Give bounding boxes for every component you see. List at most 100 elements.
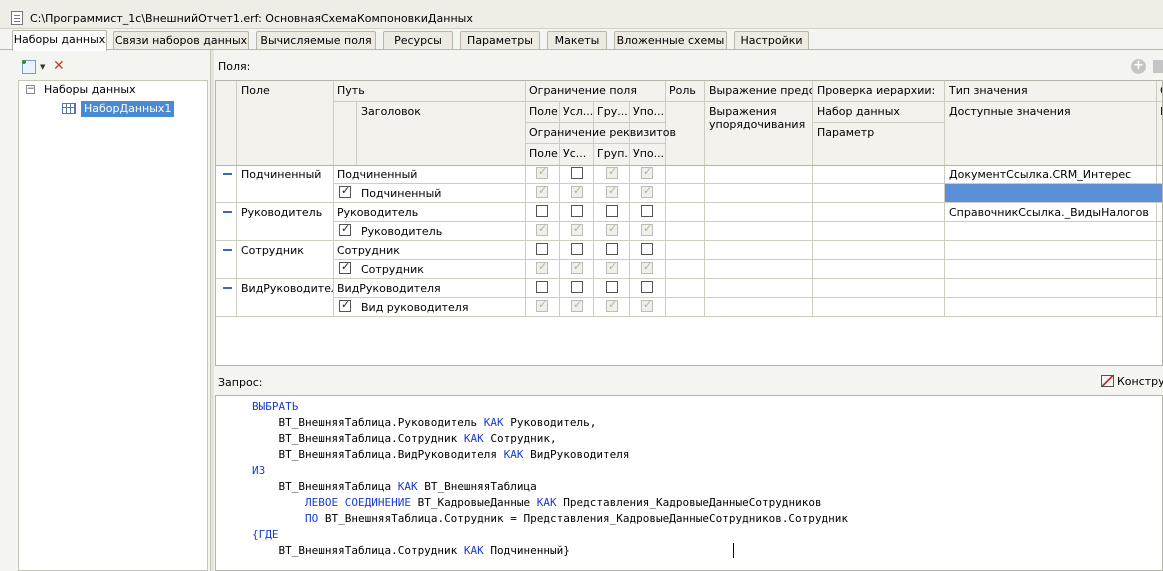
selected-cell[interactable]: [945, 184, 1162, 202]
header-available-values[interactable]: Доступные значения: [949, 105, 1071, 118]
query-line[interactable]: ВЫБРАТЬ: [252, 399, 848, 415]
row-field[interactable]: Подчиненный: [241, 168, 321, 181]
query-line[interactable]: ВТ_ВнешняяТаблица.Сотрудник КАК Подчинен…: [252, 543, 848, 559]
row-field[interactable]: ВидРуководител: [241, 282, 333, 295]
header-attr-restriction[interactable]: Ограничение реквизитов: [529, 126, 676, 139]
tab-dataset-links[interactable]: Связи наборов данных: [113, 31, 249, 49]
header-field-sub-3[interactable]: Гру...: [597, 105, 629, 118]
order-restriction-checkbox[interactable]: [641, 281, 653, 293]
group-restriction-checkbox[interactable]: [606, 243, 618, 255]
field-restriction-checkbox[interactable]: [536, 205, 548, 217]
condition-restriction-checkbox[interactable]: [571, 281, 583, 293]
query-constructor-button[interactable]: Конструктор: [1101, 375, 1163, 388]
attr-order-checkbox[interactable]: [641, 260, 653, 274]
attr-field-checkbox[interactable]: [536, 298, 548, 312]
query-line[interactable]: {ГДЕ: [252, 527, 848, 543]
tree-item-dataset[interactable]: НаборДанных1: [81, 101, 175, 117]
query-line[interactable]: ВТ_ВнешняяТаблица.Руководитель КАК Руков…: [252, 415, 848, 431]
header-field-restriction[interactable]: Ограничение поля: [529, 84, 637, 97]
header-dataset[interactable]: Набор данных: [817, 105, 900, 118]
header-hierarchy-check[interactable]: Проверка иерархии:: [817, 84, 944, 97]
fields-table[interactable]: Поле Путь Заголовок Ограничение поля Пол…: [215, 80, 1163, 366]
tab-parameters[interactable]: Параметры: [460, 31, 540, 49]
header-attr-sub-1[interactable]: Поле: [529, 147, 559, 160]
attr-group-checkbox[interactable]: [606, 298, 618, 312]
row-value-type[interactable]: ДокументСсылка.CRM_Интерес: [949, 168, 1131, 181]
query-line[interactable]: ВТ_ВнешняяТаблица.ВидРуководителя КАК Ви…: [252, 447, 848, 463]
header-field-sub-2[interactable]: Усл...: [563, 105, 593, 118]
group-restriction-checkbox[interactable]: [606, 205, 618, 217]
tree-root-label[interactable]: Наборы данных: [44, 83, 136, 96]
query-line[interactable]: ВТ_ВнешняяТаблица КАК ВТ_ВнешняяТаблица: [252, 479, 848, 495]
pane-splitter[interactable]: [210, 50, 214, 571]
attr-condition-checkbox[interactable]: [571, 260, 583, 274]
attr-order-checkbox[interactable]: [641, 222, 653, 236]
row-collapse-icon[interactable]: [223, 287, 232, 289]
add-dataset-button[interactable]: [20, 58, 36, 74]
row-title[interactable]: Сотрудник: [361, 263, 424, 276]
field-restriction-checkbox[interactable]: [536, 165, 548, 179]
row-field[interactable]: Сотрудник: [241, 244, 304, 257]
header-field-sub-1[interactable]: Поле: [529, 105, 559, 118]
query-editor[interactable]: ВЫБРАТЬ ВТ_ВнешняяТаблица.Руководитель К…: [215, 395, 1163, 571]
condition-restriction-checkbox[interactable]: [571, 167, 583, 179]
attr-order-checkbox[interactable]: [641, 298, 653, 312]
row-path[interactable]: ВидРуководителя: [337, 282, 441, 295]
field-restriction-checkbox[interactable]: [536, 281, 548, 293]
header-value-type[interactable]: Тип значения: [949, 84, 1028, 97]
dropdown-arrow-icon[interactable]: ▼: [40, 63, 45, 71]
header-role[interactable]: Роль: [669, 84, 696, 97]
header-attr-sub-4[interactable]: Упо...: [633, 147, 665, 160]
row-path[interactable]: Подчиненный: [337, 168, 417, 181]
title-checkbox[interactable]: [339, 222, 351, 236]
row-collapse-icon[interactable]: [223, 211, 232, 213]
header-path[interactable]: Путь: [337, 84, 365, 97]
attr-field-checkbox[interactable]: [536, 222, 548, 236]
attr-group-checkbox[interactable]: [606, 260, 618, 274]
row-value-type[interactable]: СправочникСсылка._ВидыНалогов: [949, 206, 1149, 219]
header-order-expr[interactable]: Выражения упорядочивания: [709, 105, 809, 131]
row-collapse-icon[interactable]: [223, 249, 232, 251]
attr-field-checkbox[interactable]: [536, 184, 548, 198]
condition-restriction-checkbox[interactable]: [571, 243, 583, 255]
field-restriction-checkbox[interactable]: [536, 243, 548, 255]
row-path[interactable]: Сотрудник: [337, 244, 400, 257]
header-parameter[interactable]: Параметр: [817, 126, 874, 139]
query-line[interactable]: ИЗ: [252, 463, 848, 479]
header-title[interactable]: Заголовок: [361, 105, 421, 118]
row-collapse-icon[interactable]: [223, 173, 232, 175]
header-attr-sub-3[interactable]: Груп...: [597, 147, 629, 160]
collapse-icon[interactable]: −: [26, 85, 35, 94]
row-title[interactable]: Подчиненный: [361, 187, 441, 200]
condition-restriction-checkbox[interactable]: [571, 205, 583, 217]
tab-resources[interactable]: Ресурсы: [383, 31, 453, 49]
header-presentation-expr[interactable]: Выражение предс...: [709, 84, 812, 97]
row-field[interactable]: Руководитель: [241, 206, 322, 219]
attr-order-checkbox[interactable]: [641, 184, 653, 198]
header-field-sub-4[interactable]: Упо...: [633, 105, 665, 118]
title-checkbox[interactable]: [339, 184, 351, 198]
delete-icon[interactable]: ✕: [53, 58, 65, 74]
query-text[interactable]: ВЫБРАТЬ ВТ_ВнешняяТаблица.Руководитель К…: [252, 399, 848, 559]
attr-field-checkbox[interactable]: [536, 260, 548, 274]
attr-condition-checkbox[interactable]: [571, 222, 583, 236]
row-path[interactable]: Руководитель: [337, 206, 418, 219]
tab-nested-schemas[interactable]: Вложенные схемы: [614, 31, 727, 49]
group-restriction-checkbox[interactable]: [606, 281, 618, 293]
row-title[interactable]: Вид руководителя: [361, 301, 468, 314]
tab-datasets[interactable]: Наборы данных: [12, 30, 107, 51]
attr-condition-checkbox[interactable]: [571, 184, 583, 198]
order-restriction-checkbox[interactable]: [641, 205, 653, 217]
attr-group-checkbox[interactable]: [606, 184, 618, 198]
attr-condition-checkbox[interactable]: [571, 298, 583, 312]
attr-group-checkbox[interactable]: [606, 222, 618, 236]
remove-field-icon[interactable]: [1153, 60, 1163, 73]
add-field-icon[interactable]: +: [1131, 59, 1146, 74]
query-line[interactable]: ВТ_ВнешняяТаблица.Сотрудник КАК Сотрудни…: [252, 431, 848, 447]
query-line[interactable]: ПО ВТ_ВнешняяТаблица.Сотрудник = Предста…: [252, 511, 848, 527]
header-attr-sub-2[interactable]: Ус...: [563, 147, 593, 160]
tab-calculated-fields[interactable]: Вычисляемые поля: [256, 31, 376, 49]
row-title[interactable]: Руководитель: [361, 225, 442, 238]
tab-settings[interactable]: Настройки: [734, 31, 809, 49]
tab-templates[interactable]: Макеты: [547, 31, 607, 49]
